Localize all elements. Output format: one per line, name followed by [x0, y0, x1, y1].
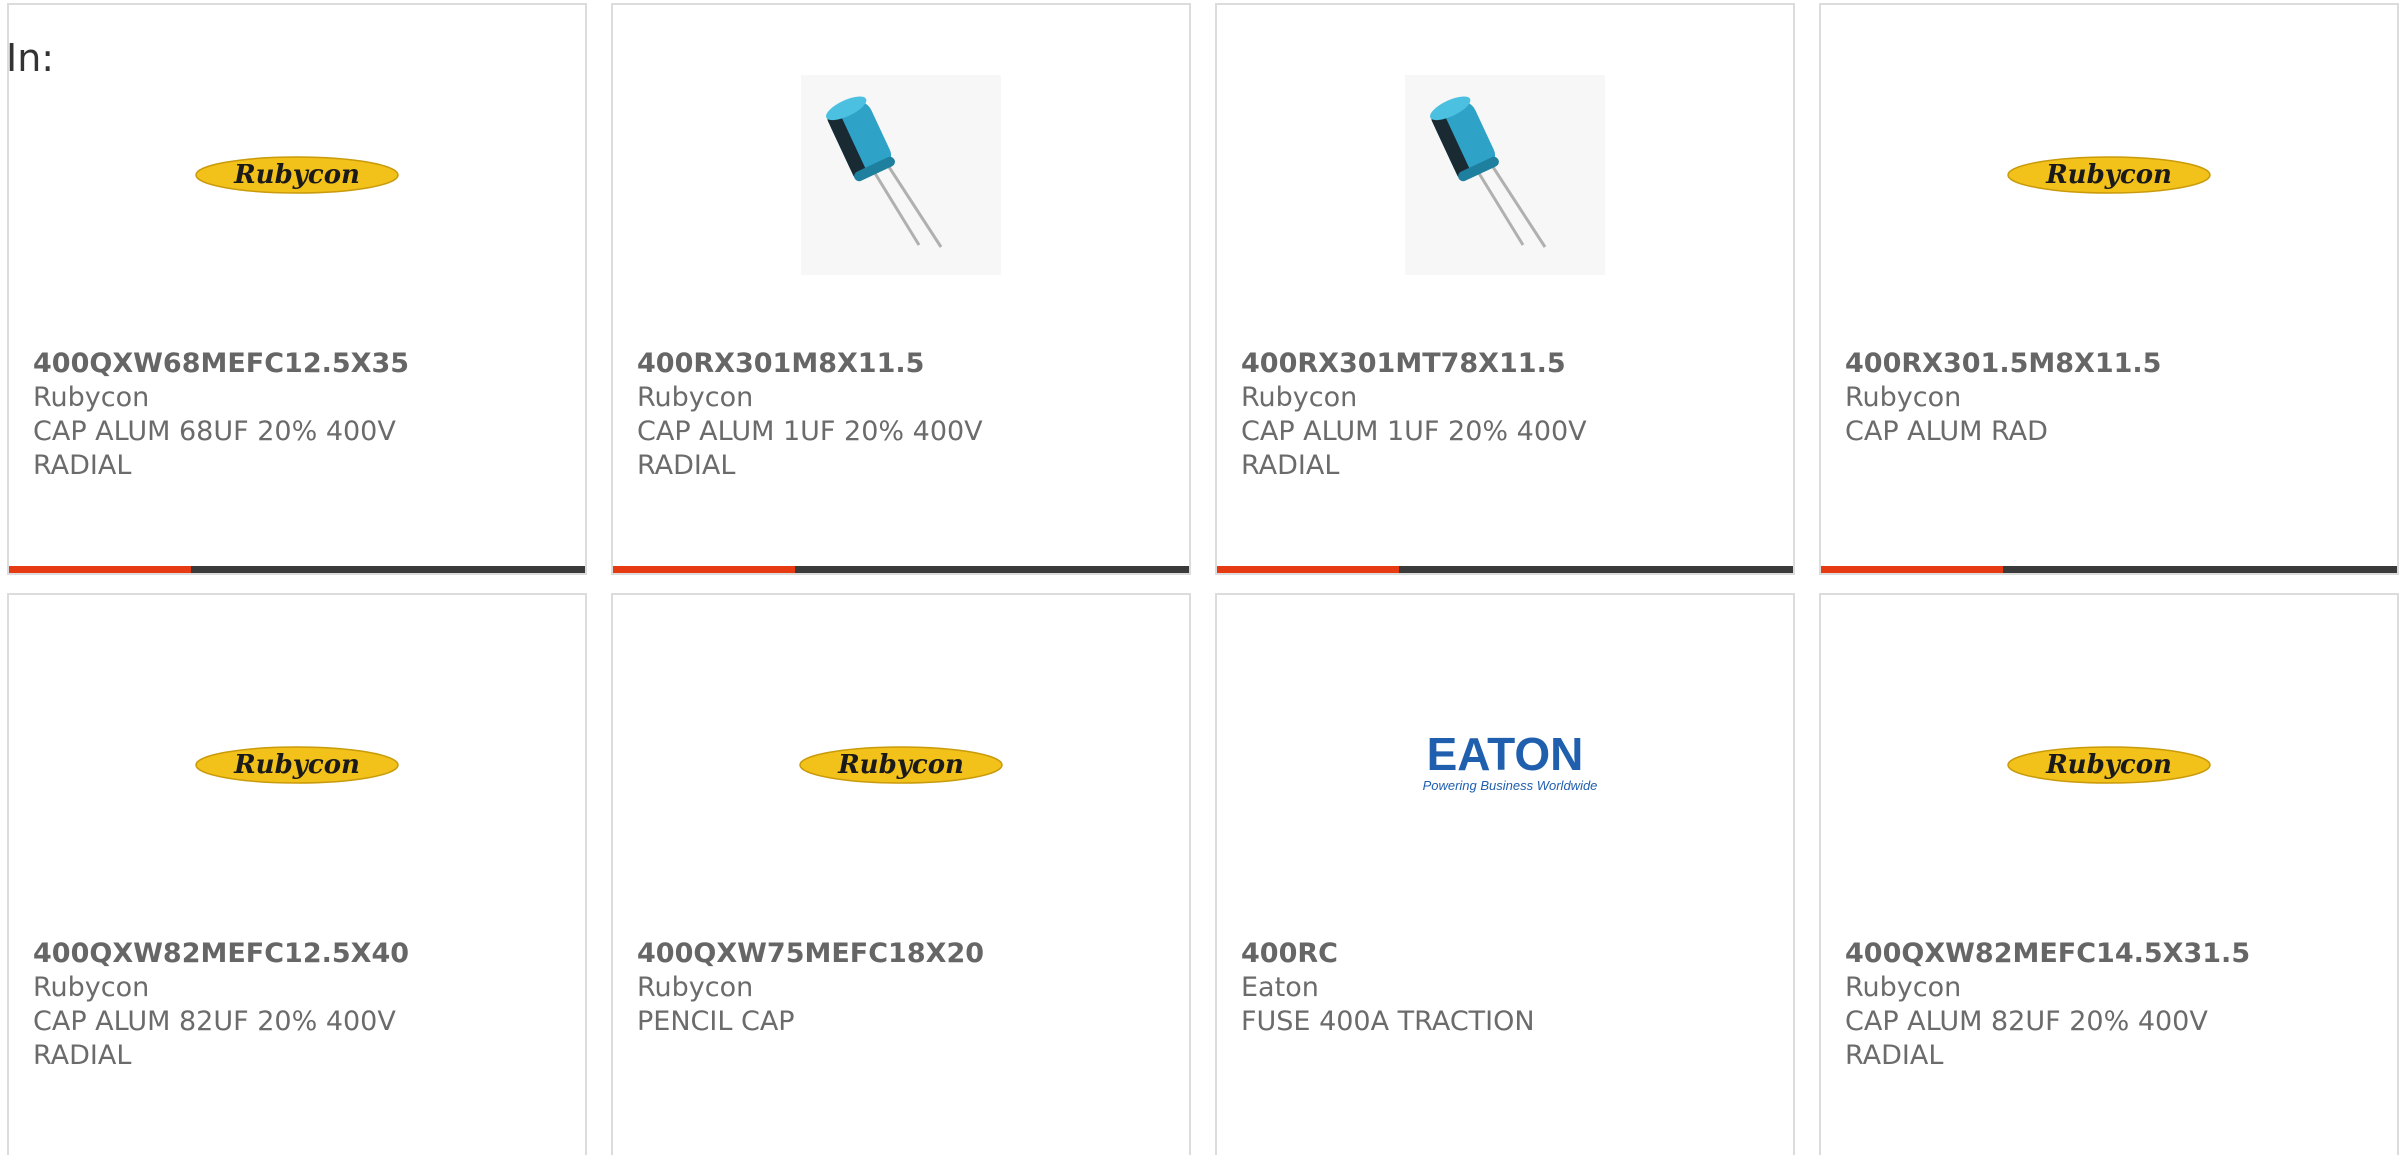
description-line-2: RADIAL [1241, 450, 1340, 481]
capacitor-photo-icon [1405, 75, 1605, 275]
part-number[interactable]: 400QXW82MEFC14.5X31.5 [1845, 937, 2373, 971]
product-thumbnail: Rubycon [9, 655, 585, 875]
part-number[interactable]: 400RX301.5M8X11.5 [1845, 347, 2373, 381]
card-bottom-bar [613, 566, 1189, 573]
product-info: 400QXW68MEFC12.5X35 Rubycon CAP ALUM 68U… [33, 347, 561, 483]
product-card[interactable]: Rubycon 400QXW82MEFC12.5X40 Rubycon CAP … [7, 593, 587, 1155]
description-line-1: FUSE 400A TRACTION [1241, 1006, 1535, 1037]
product-card[interactable]: 400RX301MT78X11.5 Rubycon CAP ALUM 1UF 2… [1215, 3, 1795, 575]
description-line-1: CAP ALUM 1UF 20% 400V [1241, 416, 1587, 447]
product-info: 400RX301M8X11.5 Rubycon CAP ALUM 1UF 20%… [637, 347, 1165, 483]
brand-name: Rubycon [637, 382, 754, 413]
brand-name: Rubycon [1845, 382, 1962, 413]
description-line-2: RADIAL [1845, 1040, 1944, 1071]
card-bottom-bar [1217, 566, 1793, 573]
part-number[interactable]: 400QXW82MEFC12.5X40 [33, 937, 561, 971]
brand-name: Rubycon [33, 382, 150, 413]
product-grid: Rubycon 400QXW68MEFC12.5X35 Rubycon CAP … [7, 3, 2400, 1155]
description-line-1: CAP ALUM 82UF 20% 400V [33, 1006, 396, 1037]
product-card[interactable]: Rubycon 400QXW68MEFC12.5X35 Rubycon CAP … [7, 3, 587, 575]
product-thumbnail [613, 65, 1189, 285]
product-thumbnail: Rubycon [1821, 65, 2397, 285]
product-card[interactable]: Rubycon 400QXW75MEFC18X20 Rubycon PENCIL… [611, 593, 1191, 1155]
svg-text:Rubycon: Rubycon [2045, 160, 2172, 190]
rubycon-logo-icon: Rubycon [2007, 746, 2211, 784]
brand-name: Rubycon [1845, 972, 1962, 1003]
part-number[interactable]: 400RX301M8X11.5 [637, 347, 1165, 381]
description-line-1: CAP ALUM RAD [1845, 416, 2048, 447]
product-info: 400QXW75MEFC18X20 Rubycon PENCIL CAP [637, 937, 1165, 1039]
card-accent [1217, 566, 1399, 573]
svg-text:Rubycon: Rubycon [233, 750, 360, 780]
description-line-1: PENCIL CAP [637, 1006, 795, 1037]
brand-name: Rubycon [33, 972, 150, 1003]
description-line-2: RADIAL [33, 450, 132, 481]
product-card[interactable]: EATON Powering Business Worldwide 400RC … [1215, 593, 1795, 1155]
product-info: 400QXW82MEFC14.5X31.5 Rubycon CAP ALUM 8… [1845, 937, 2373, 1073]
rubycon-logo-icon: Rubycon [195, 156, 399, 194]
capacitor-photo-icon [801, 75, 1001, 275]
description-line-1: CAP ALUM 68UF 20% 400V [33, 416, 396, 447]
card-accent [9, 566, 191, 573]
product-thumbnail [1217, 65, 1793, 285]
description-line-1: CAP ALUM 1UF 20% 400V [637, 416, 983, 447]
product-thumbnail: Rubycon [613, 655, 1189, 875]
brand-name: Rubycon [637, 972, 754, 1003]
card-bottom-bar [1821, 566, 2397, 573]
part-number[interactable]: 400RC [1241, 937, 1769, 971]
in-label: In: [6, 36, 55, 80]
product-thumbnail: EATON Powering Business Worldwide [1217, 655, 1793, 875]
svg-text:Rubycon: Rubycon [2045, 750, 2172, 780]
description-line-2: RADIAL [637, 450, 736, 481]
product-info: 400RX301MT78X11.5 Rubycon CAP ALUM 1UF 2… [1241, 347, 1769, 483]
rubycon-logo-icon: Rubycon [195, 746, 399, 784]
product-thumbnail: Rubycon [9, 65, 585, 285]
eaton-logo-icon: EATON Powering Business Worldwide [1423, 730, 1598, 793]
svg-text:Rubycon: Rubycon [233, 160, 360, 190]
card-bottom-bar [9, 566, 585, 573]
brand-name: Eaton [1241, 972, 1319, 1003]
part-number[interactable]: 400QXW68MEFC12.5X35 [33, 347, 561, 381]
svg-text:EATON: EATON [1427, 730, 1584, 780]
product-info: 400QXW82MEFC12.5X40 Rubycon CAP ALUM 82U… [33, 937, 561, 1073]
part-number[interactable]: 400RX301MT78X11.5 [1241, 347, 1769, 381]
svg-text:Powering Business Worldwide: Powering Business Worldwide [1423, 778, 1598, 793]
product-info: 400RC Eaton FUSE 400A TRACTION [1241, 937, 1769, 1039]
product-card[interactable]: Rubycon 400QXW82MEFC14.5X31.5 Rubycon CA… [1819, 593, 2399, 1155]
card-accent [613, 566, 795, 573]
part-number[interactable]: 400QXW75MEFC18X20 [637, 937, 1165, 971]
product-card[interactable]: Rubycon 400RX301.5M8X11.5 Rubycon CAP AL… [1819, 3, 2399, 575]
rubycon-logo-icon: Rubycon [2007, 156, 2211, 194]
product-info: 400RX301.5M8X11.5 Rubycon CAP ALUM RAD [1845, 347, 2373, 449]
page: In: Rubycon 400QXW68MEFC12.5X35 Rubycon … [0, 0, 2400, 1155]
rubycon-logo-icon: Rubycon [799, 746, 1003, 784]
brand-name: Rubycon [1241, 382, 1358, 413]
card-accent [1821, 566, 2003, 573]
description-line-1: CAP ALUM 82UF 20% 400V [1845, 1006, 2208, 1037]
product-card[interactable]: 400RX301M8X11.5 Rubycon CAP ALUM 1UF 20%… [611, 3, 1191, 575]
description-line-2: RADIAL [33, 1040, 132, 1071]
svg-text:Rubycon: Rubycon [837, 750, 964, 780]
product-thumbnail: Rubycon [1821, 655, 2397, 875]
